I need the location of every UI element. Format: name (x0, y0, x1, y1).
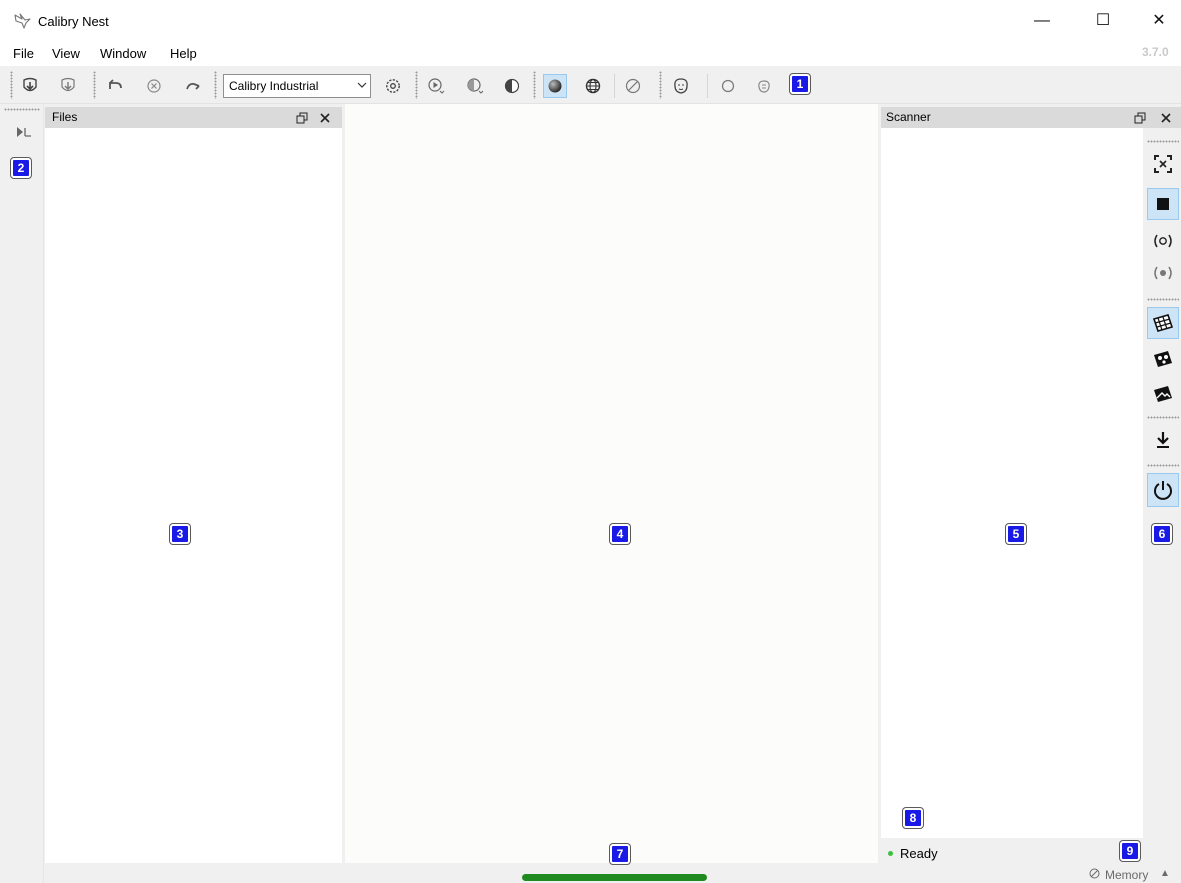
power-icon[interactable] (1147, 473, 1179, 507)
title-bar (0, 0, 1181, 42)
texture-icon[interactable] (463, 74, 487, 98)
files-panel-title: Files (52, 110, 78, 124)
chevron-up-icon[interactable]: ▲ (1160, 868, 1170, 879)
minimize-button[interactable]: — (1019, 0, 1065, 42)
menu-file[interactable]: File (13, 46, 34, 61)
object-icon[interactable] (752, 74, 776, 98)
open-project-icon[interactable] (18, 74, 42, 98)
toolbar-grip[interactable] (533, 71, 536, 99)
scanner-panel-title: Scanner (886, 110, 931, 124)
status-dot-icon (888, 851, 893, 856)
chevron-down-icon[interactable] (355, 77, 369, 93)
texture-photo-icon[interactable] (1147, 343, 1179, 375)
memory-label[interactable]: Memory (1105, 868, 1148, 882)
settings-gear-icon[interactable] (381, 74, 405, 98)
strip-grip[interactable] (4, 108, 40, 111)
stop-icon[interactable] (1147, 188, 1179, 220)
texture-image-icon[interactable] (1147, 378, 1179, 410)
undo-icon[interactable] (103, 74, 127, 98)
annotation-badge: 3 (170, 524, 190, 544)
annotation-badge: 9 (1120, 841, 1140, 861)
float-panel-icon[interactable] (1132, 110, 1148, 126)
wireframe-globe-icon[interactable] (581, 74, 605, 98)
annotation-badge: 1 (790, 74, 810, 94)
maximize-button[interactable]: ☐ (1080, 0, 1126, 42)
target-frame-icon[interactable] (1147, 148, 1179, 180)
files-panel[interactable] (45, 128, 342, 863)
shading-icon[interactable] (500, 74, 524, 98)
strip-grip[interactable] (1147, 298, 1179, 301)
memory-icon (1089, 868, 1100, 879)
play-icon[interactable] (424, 74, 448, 98)
toolbar-grip[interactable] (415, 71, 418, 99)
float-panel-icon[interactable] (294, 110, 310, 126)
progress-bar (522, 874, 707, 881)
3d-viewport[interactable] (345, 104, 878, 863)
version-label: 3.7.0 (1142, 45, 1169, 59)
scanner-status-text: Ready (900, 846, 938, 861)
annotation-badge: 8 (903, 808, 923, 828)
window-title: Calibry Nest (38, 14, 109, 29)
close-panel-icon[interactable] (1158, 110, 1174, 126)
cancel-icon[interactable] (142, 74, 166, 98)
import-icon[interactable] (56, 74, 80, 98)
preview-icon[interactable] (1147, 225, 1179, 257)
solid-sphere-icon[interactable] (543, 74, 567, 98)
no-render-icon[interactable] (621, 74, 645, 98)
strip-grip[interactable] (1147, 416, 1179, 419)
redo-icon[interactable] (181, 74, 205, 98)
toolbar-separator (707, 74, 708, 98)
left-tool-strip (0, 104, 44, 883)
toolbar-grip[interactable] (10, 71, 13, 99)
circle-icon[interactable] (716, 74, 740, 98)
toolbar-grip[interactable] (93, 71, 96, 99)
annotation-badge: 7 (610, 844, 630, 864)
toolbar-grip[interactable] (214, 71, 217, 99)
close-window-button[interactable]: ✕ (1136, 0, 1181, 42)
download-icon[interactable] (1147, 424, 1179, 456)
close-panel-icon[interactable] (317, 110, 333, 126)
head-model-icon[interactable] (669, 74, 693, 98)
menu-help[interactable]: Help (170, 46, 197, 61)
toolbar-grip[interactable] (659, 71, 662, 99)
toolbar-separator (614, 74, 615, 98)
record-icon[interactable] (1147, 257, 1179, 289)
annotation-badge: 4 (610, 524, 630, 544)
strip-grip[interactable] (1147, 140, 1179, 143)
menu-view[interactable]: View (52, 46, 80, 61)
scanner-panel[interactable] (881, 128, 1143, 838)
strip-grip[interactable] (1147, 464, 1179, 467)
menu-window[interactable]: Window (100, 46, 146, 61)
annotation-badge: 6 (1152, 524, 1172, 544)
texture-map-icon[interactable] (1147, 307, 1179, 339)
annotation-badge: 5 (1006, 524, 1026, 544)
fast-forward-icon[interactable] (12, 120, 36, 144)
annotation-badge: 2 (11, 158, 31, 178)
profile-select-value: Calibry Industrial (229, 79, 319, 93)
bird-logo-icon (13, 12, 33, 30)
